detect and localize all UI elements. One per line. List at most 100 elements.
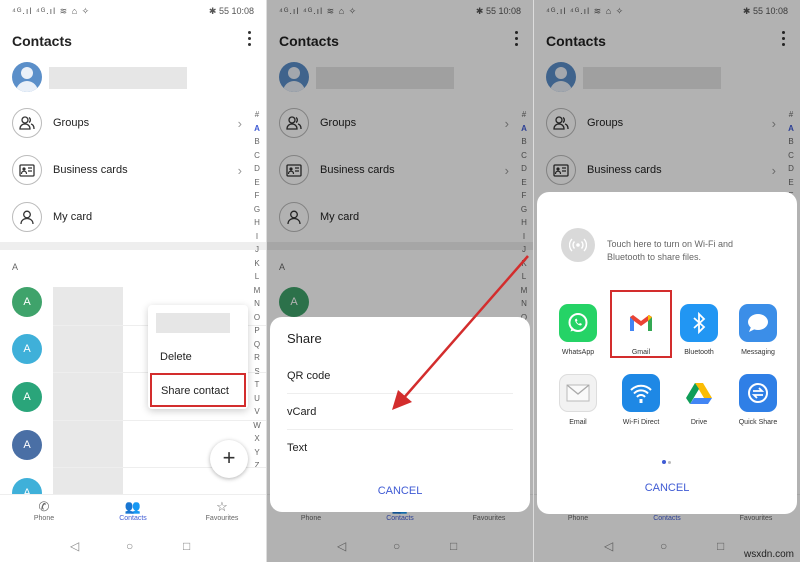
add-contact-button[interactable]: + (210, 440, 248, 478)
groups-label: Groups (53, 117, 90, 129)
app-label: Drive (690, 419, 708, 426)
alphabet-index-letter[interactable]: V (252, 405, 262, 419)
recent-apps-icon[interactable]: □ (183, 539, 190, 553)
alphabet-index-letter[interactable]: K (252, 257, 262, 271)
alphabet-index-letter[interactable]: Y (252, 446, 262, 460)
contact-avatar[interactable]: A (12, 287, 42, 317)
alphabet-index-letter[interactable]: G (252, 203, 262, 217)
alphabet-index-letter[interactable]: M (252, 284, 262, 298)
status-bar: ⁴ᴳ.ıl ⁴ᴳ.ıl ≋ ⌂ ✧ ✱ 55 10:08 (0, 0, 266, 22)
profile-avatar[interactable] (12, 62, 42, 92)
page-title: Contacts (12, 33, 72, 49)
share-option-qr-code[interactable]: QR code (287, 370, 330, 382)
alphabet-index-letter[interactable]: H (252, 216, 262, 230)
alphabet-index-letter[interactable]: N (252, 297, 262, 311)
page-indicator (662, 451, 674, 464)
app-label: WhatsApp (561, 349, 595, 356)
status-signal: ⁴ᴳ.ıl ⁴ᴳ.ıl ≋ ⌂ ✧ (12, 6, 91, 16)
cancel-button[interactable]: CANCEL (537, 482, 797, 494)
alphabet-index-letter[interactable]: A (252, 122, 262, 136)
watermark: wsxdn.com (743, 549, 794, 560)
quick-share-icon (739, 374, 777, 412)
cancel-button[interactable]: CANCEL (270, 485, 530, 497)
app-label: Quick Share (738, 419, 778, 426)
alphabet-index-letter[interactable]: D (252, 162, 262, 176)
business-cards-row[interactable]: Business cards › (12, 155, 246, 189)
alphabet-index-letter[interactable]: E (252, 176, 262, 190)
groups-icon (12, 108, 42, 138)
my-card-row[interactable]: My card (12, 202, 246, 236)
alphabet-index-letter[interactable]: # (252, 108, 262, 122)
contacts-icon: 👥 (124, 499, 142, 514)
contacts-screen-menu: ⁴ᴳ.ıl ⁴ᴳ.ıl ≋ ⌂ ✧ ✱ 55 10:08 Contacts Gr… (0, 0, 266, 562)
contact-avatar[interactable]: A (12, 382, 42, 412)
groups-row[interactable]: Groups › (12, 108, 246, 142)
alphabet-index-letter[interactable]: B (252, 135, 262, 149)
share-option-text[interactable]: Text (287, 442, 307, 454)
contact-context-menu: Delete Share contact (148, 305, 248, 409)
messaging-icon (739, 304, 777, 342)
share-app-bluetooth[interactable]: Bluetooth (670, 304, 728, 356)
alphabet-index-letter[interactable]: U (252, 392, 262, 406)
contacts-screen-app-chooser: ⁴ᴳ.ıl ⁴ᴳ.ıl ≋ ⌂ ✧ ✱ 55 10:08 Contacts Gr… (534, 0, 800, 562)
email-icon (559, 374, 597, 412)
whatsapp-icon (559, 304, 597, 342)
alphabet-index-letter[interactable]: O (252, 311, 262, 325)
share-option-vcard[interactable]: vCard (287, 406, 316, 418)
share-app-quick-share[interactable]: Quick Share (729, 374, 787, 426)
alphabet-index-letter[interactable]: C (252, 149, 262, 163)
back-icon[interactable]: ◁ (70, 539, 79, 553)
chevron-right-icon: › (237, 163, 242, 178)
alphabet-index[interactable]: #ABCDEFGHIJKLMNOPQRSTUVWXYZ (252, 108, 262, 473)
nav-phone[interactable]: ✆Phone (14, 499, 74, 522)
contact-avatar[interactable]: A (12, 334, 42, 364)
alphabet-index-letter[interactable]: Z (252, 459, 262, 473)
app-label: Email (569, 419, 587, 426)
business-card-icon (12, 155, 42, 185)
annotation-arrow (392, 255, 529, 410)
chevron-right-icon: › (237, 116, 242, 131)
drive-icon (680, 374, 718, 412)
wireless-share-icon[interactable] (561, 228, 595, 262)
app-label: Messaging (741, 349, 775, 356)
wifi-direct-icon (622, 374, 660, 412)
share-contact-menu-item[interactable]: Share contact (150, 373, 246, 407)
menu-header-placeholder (156, 313, 230, 333)
alphabet-index-letter[interactable]: P (252, 324, 262, 338)
my-card-label: My card (53, 211, 93, 223)
share-app-wifi-direct[interactable]: Wi-Fi Direct (612, 374, 670, 426)
alphabet-index-letter[interactable]: F (252, 189, 262, 203)
person-icon (12, 202, 42, 232)
share-app-drive[interactable]: Drive (670, 374, 728, 426)
alphabet-index-letter[interactable]: L (252, 270, 262, 284)
option-divider (287, 429, 513, 430)
bluetooth-icon (680, 304, 718, 342)
app-label: Wi-Fi Direct (622, 419, 660, 426)
profile-name-placeholder (49, 67, 187, 89)
alphabet-index-letter[interactable]: I (252, 230, 262, 244)
status-time-area: ✱ 55 10:08 (208, 6, 254, 16)
star-icon: ☆ (216, 499, 228, 514)
alphabet-index-letter[interactable]: X (252, 432, 262, 446)
contact-names-placeholder (53, 287, 123, 494)
bottom-nav: ✆Phone 👥Contacts ☆Favourites (0, 494, 266, 534)
delete-menu-item[interactable]: Delete (160, 351, 192, 363)
system-nav-bar: ◁ ○ □ (0, 534, 266, 562)
share-app-whatsapp[interactable]: WhatsApp (549, 304, 607, 356)
alphabet-index-letter[interactable]: R (252, 351, 262, 365)
alphabet-index-letter[interactable]: Q (252, 338, 262, 352)
alphabet-index-letter[interactable]: T (252, 378, 262, 392)
share-app-messaging[interactable]: Messaging (729, 304, 787, 356)
share-app-chooser: Touch here to turn on Wi-Fi and Bluetoot… (537, 192, 797, 514)
more-options-icon[interactable] (246, 31, 252, 47)
status-time: 10:08 (231, 6, 254, 16)
wifi-hint-text[interactable]: Touch here to turn on Wi-Fi and Bluetoot… (607, 238, 762, 263)
contact-avatar[interactable]: A (12, 430, 42, 460)
nav-favourites[interactable]: ☆Favourites (192, 499, 252, 522)
app-label: Bluetooth (684, 349, 714, 356)
share-app-gmail[interactable]: Gmail (612, 304, 670, 356)
share-app-email[interactable]: Email (549, 374, 607, 426)
nav-contacts[interactable]: 👥Contacts (103, 499, 163, 522)
home-icon[interactable]: ○ (126, 539, 133, 553)
alphabet-index-letter[interactable]: J (252, 243, 262, 257)
